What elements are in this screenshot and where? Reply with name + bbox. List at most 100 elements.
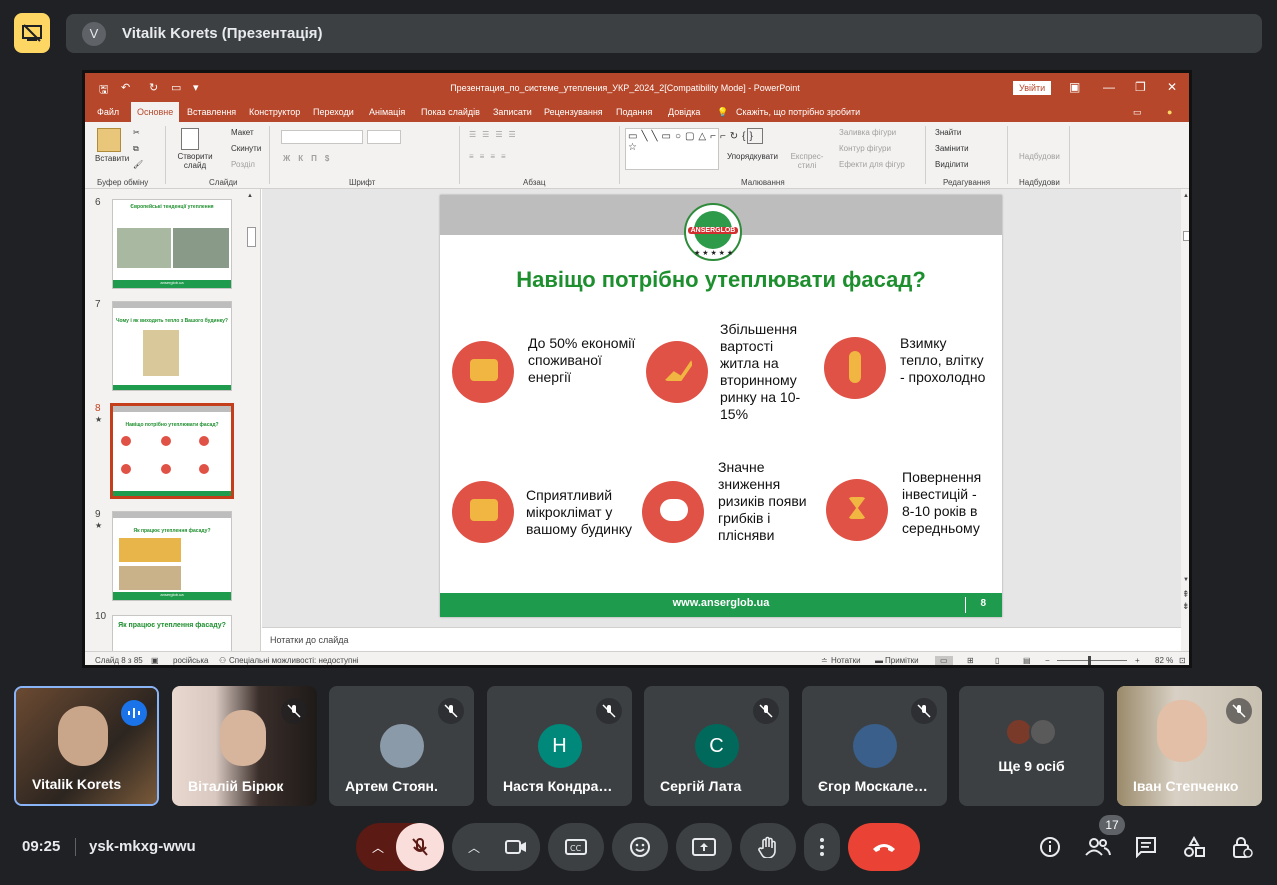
tab-view[interactable]: Подання — [616, 107, 652, 117]
thumbnails-scroll-thumb[interactable] — [247, 227, 256, 247]
slide-thumbnail-10[interactable]: Як працює утеплення фасаду? — [112, 615, 232, 655]
status-notes-button[interactable]: Нотатки — [831, 656, 861, 665]
status-accessibility[interactable]: Спеціальні можливості: недоступні — [229, 656, 359, 665]
slide-thumbnails-pane[interactable]: 6 Європейські тенденції утеплення anserg… — [85, 189, 261, 655]
minimize-icon[interactable]: — — [1103, 80, 1115, 94]
slide-thumbnail-9[interactable]: Як працює утеплення фасаду? anserglob.ua — [112, 511, 232, 601]
participant-tile[interactable]: Іван Степченко — [1117, 686, 1262, 806]
slide-thumbnail-8-selected[interactable]: Навіщо потрібно утеплювати фасад? — [110, 403, 234, 499]
slideshow-view-icon[interactable]: ▤ — [1023, 656, 1031, 665]
ribbon-display-icon[interactable]: ▣ — [1069, 80, 1080, 94]
chat-button[interactable] — [1130, 831, 1162, 863]
section-button[interactable]: Розділ — [231, 160, 255, 169]
status-language[interactable]: російська — [173, 656, 208, 665]
restore-icon[interactable]: ❐ — [1135, 80, 1146, 94]
new-slide-button[interactable]: Створити слайд — [173, 152, 217, 170]
find-button[interactable]: Знайти — [935, 128, 961, 137]
slide-notes-field[interactable]: Нотатки до слайда — [262, 627, 1181, 651]
save-icon[interactable]: 🖫 — [99, 81, 108, 100]
zoom-slider-thumb[interactable] — [1088, 656, 1091, 665]
slide-thumbnail-6[interactable]: Європейські тенденції утеплення anserglo… — [112, 199, 232, 289]
arrange-button[interactable]: Упорядкувати — [727, 152, 778, 161]
slide-vertical-scrollbar[interactable]: ▲ ▼ ⇞ ⇟ — [1181, 189, 1189, 651]
mic-toggle-button[interactable] — [396, 823, 444, 871]
video-options-button[interactable]: ︿ — [452, 823, 540, 871]
tab-record[interactable]: Записати — [493, 107, 532, 117]
participant-tile-self[interactable]: Vitalik Korets — [14, 686, 159, 806]
align-icons[interactable]: ≡≡≡≡ — [469, 152, 512, 161]
presentation-indicator-icon[interactable] — [14, 13, 50, 53]
tab-help[interactable]: Довідка — [668, 107, 700, 117]
host-controls-button[interactable] — [1226, 831, 1258, 863]
undo-icon[interactable]: ↶ — [121, 81, 130, 94]
status-comments-button[interactable]: Примітки — [885, 656, 919, 665]
font-size-input[interactable] — [367, 130, 401, 144]
zoom-in-icon[interactable]: + — [1135, 656, 1140, 665]
tab-review[interactable]: Рецензування — [544, 107, 603, 117]
tab-transitions[interactable]: Переходи — [313, 107, 354, 117]
redo-icon[interactable]: ↻ — [149, 81, 158, 94]
select-button[interactable]: Виділити — [935, 160, 969, 169]
raise-hand-button[interactable] — [740, 823, 796, 871]
quick-styles-button[interactable]: Експрес-стилі — [787, 152, 827, 170]
slide-scroll-thumb[interactable] — [1183, 231, 1189, 241]
copy-icon[interactable]: ⧉ — [133, 144, 139, 154]
more-participants-tile[interactable]: Ще 9 осіб — [959, 686, 1104, 806]
font-name-input[interactable] — [281, 130, 363, 144]
tab-slideshow[interactable]: Показ слайдів — [421, 107, 480, 117]
cut-icon[interactable]: ✂ — [133, 128, 140, 137]
chevron-up-icon[interactable]: ︿ — [452, 823, 496, 871]
current-slide[interactable]: ANSERGLOB ★ ★ ★ ★ ★ Навіщо потрібно утеп… — [440, 195, 1002, 617]
format-painter-icon[interactable]: 🖌 — [133, 160, 143, 169]
participant-tile[interactable]: Єгор Москале… — [802, 686, 947, 806]
leave-call-button[interactable] — [848, 823, 920, 871]
chevron-up-icon[interactable]: ︿ — [356, 823, 400, 871]
customize-qat-icon[interactable]: ▾ — [193, 81, 199, 94]
fit-slide-icon[interactable]: ⊡ — [1179, 656, 1186, 665]
meeting-code[interactable]: ysk-mkxg-wwu — [89, 838, 196, 855]
close-icon[interactable]: ✕ — [1167, 80, 1177, 94]
comments-icon[interactable]: ▭ — [1133, 107, 1142, 118]
activities-button[interactable] — [1178, 831, 1210, 863]
paste-button[interactable]: Вставити — [95, 154, 129, 163]
normal-view-icon[interactable]: ▭ — [935, 656, 953, 665]
reset-button[interactable]: Скинути — [231, 144, 261, 153]
reading-view-icon[interactable]: ▯ — [995, 656, 999, 665]
shape-fill-button[interactable]: Заливка фігури — [839, 128, 896, 137]
tab-design[interactable]: Конструктор — [249, 107, 300, 117]
tab-insert[interactable]: Вставлення — [187, 107, 236, 117]
tab-home[interactable]: Основне — [131, 102, 180, 122]
tab-animation[interactable]: Анімація — [369, 107, 405, 117]
shapes-gallery[interactable]: ▭╲╲▭○▢△⌐⌐↻{}☆ — [625, 128, 753, 170]
start-slideshow-icon[interactable]: ▭ — [171, 81, 181, 94]
addins-button[interactable]: Надбудови — [1019, 152, 1060, 161]
shape-effects-button[interactable]: Ефекти для фігур — [839, 160, 905, 169]
audio-options-button[interactable]: ︿ — [356, 823, 444, 871]
list-icons[interactable]: ☰☰☰☰ — [469, 130, 522, 139]
participant-tile[interactable]: Віталій Бірюк — [172, 686, 317, 806]
zoom-out-icon[interactable]: − — [1045, 656, 1050, 665]
participant-tile[interactable]: Артем Стоян. — [329, 686, 474, 806]
slide-sorter-icon[interactable]: ⊞ — [967, 656, 974, 665]
replace-button[interactable]: Замінити — [935, 144, 969, 153]
share-icon[interactable]: ● — [1167, 107, 1172, 117]
captions-button[interactable]: CC — [548, 823, 604, 871]
font-format-icons[interactable]: ЖКП$ — [283, 154, 337, 163]
meeting-details-button[interactable] — [1034, 831, 1066, 863]
participant-tile[interactable]: С Сергій Лата — [644, 686, 789, 806]
zoom-level[interactable]: 82 % — [1155, 656, 1173, 665]
paste-icon[interactable] — [97, 128, 121, 152]
ppt-signin-button[interactable]: Увійти — [1013, 81, 1052, 95]
people-button[interactable] — [1082, 831, 1114, 863]
slide-thumbnail-7[interactable]: Чому і як виходить тепло з Вашого будинк… — [112, 301, 232, 391]
present-screen-button[interactable] — [676, 823, 732, 871]
participant-tile[interactable]: Н Настя Кондра… — [487, 686, 632, 806]
arrange-icon[interactable] — [747, 128, 763, 144]
tell-me-search[interactable]: Скажіть, що потрібно зробити — [736, 107, 860, 117]
layout-button[interactable]: Макет — [231, 128, 254, 137]
reactions-button[interactable] — [612, 823, 668, 871]
thumbnails-scrollbar[interactable]: ▲ — [245, 189, 259, 651]
more-options-button[interactable] — [804, 823, 840, 871]
new-slide-icon[interactable] — [181, 128, 199, 150]
tab-file[interactable]: Файл — [97, 107, 119, 117]
